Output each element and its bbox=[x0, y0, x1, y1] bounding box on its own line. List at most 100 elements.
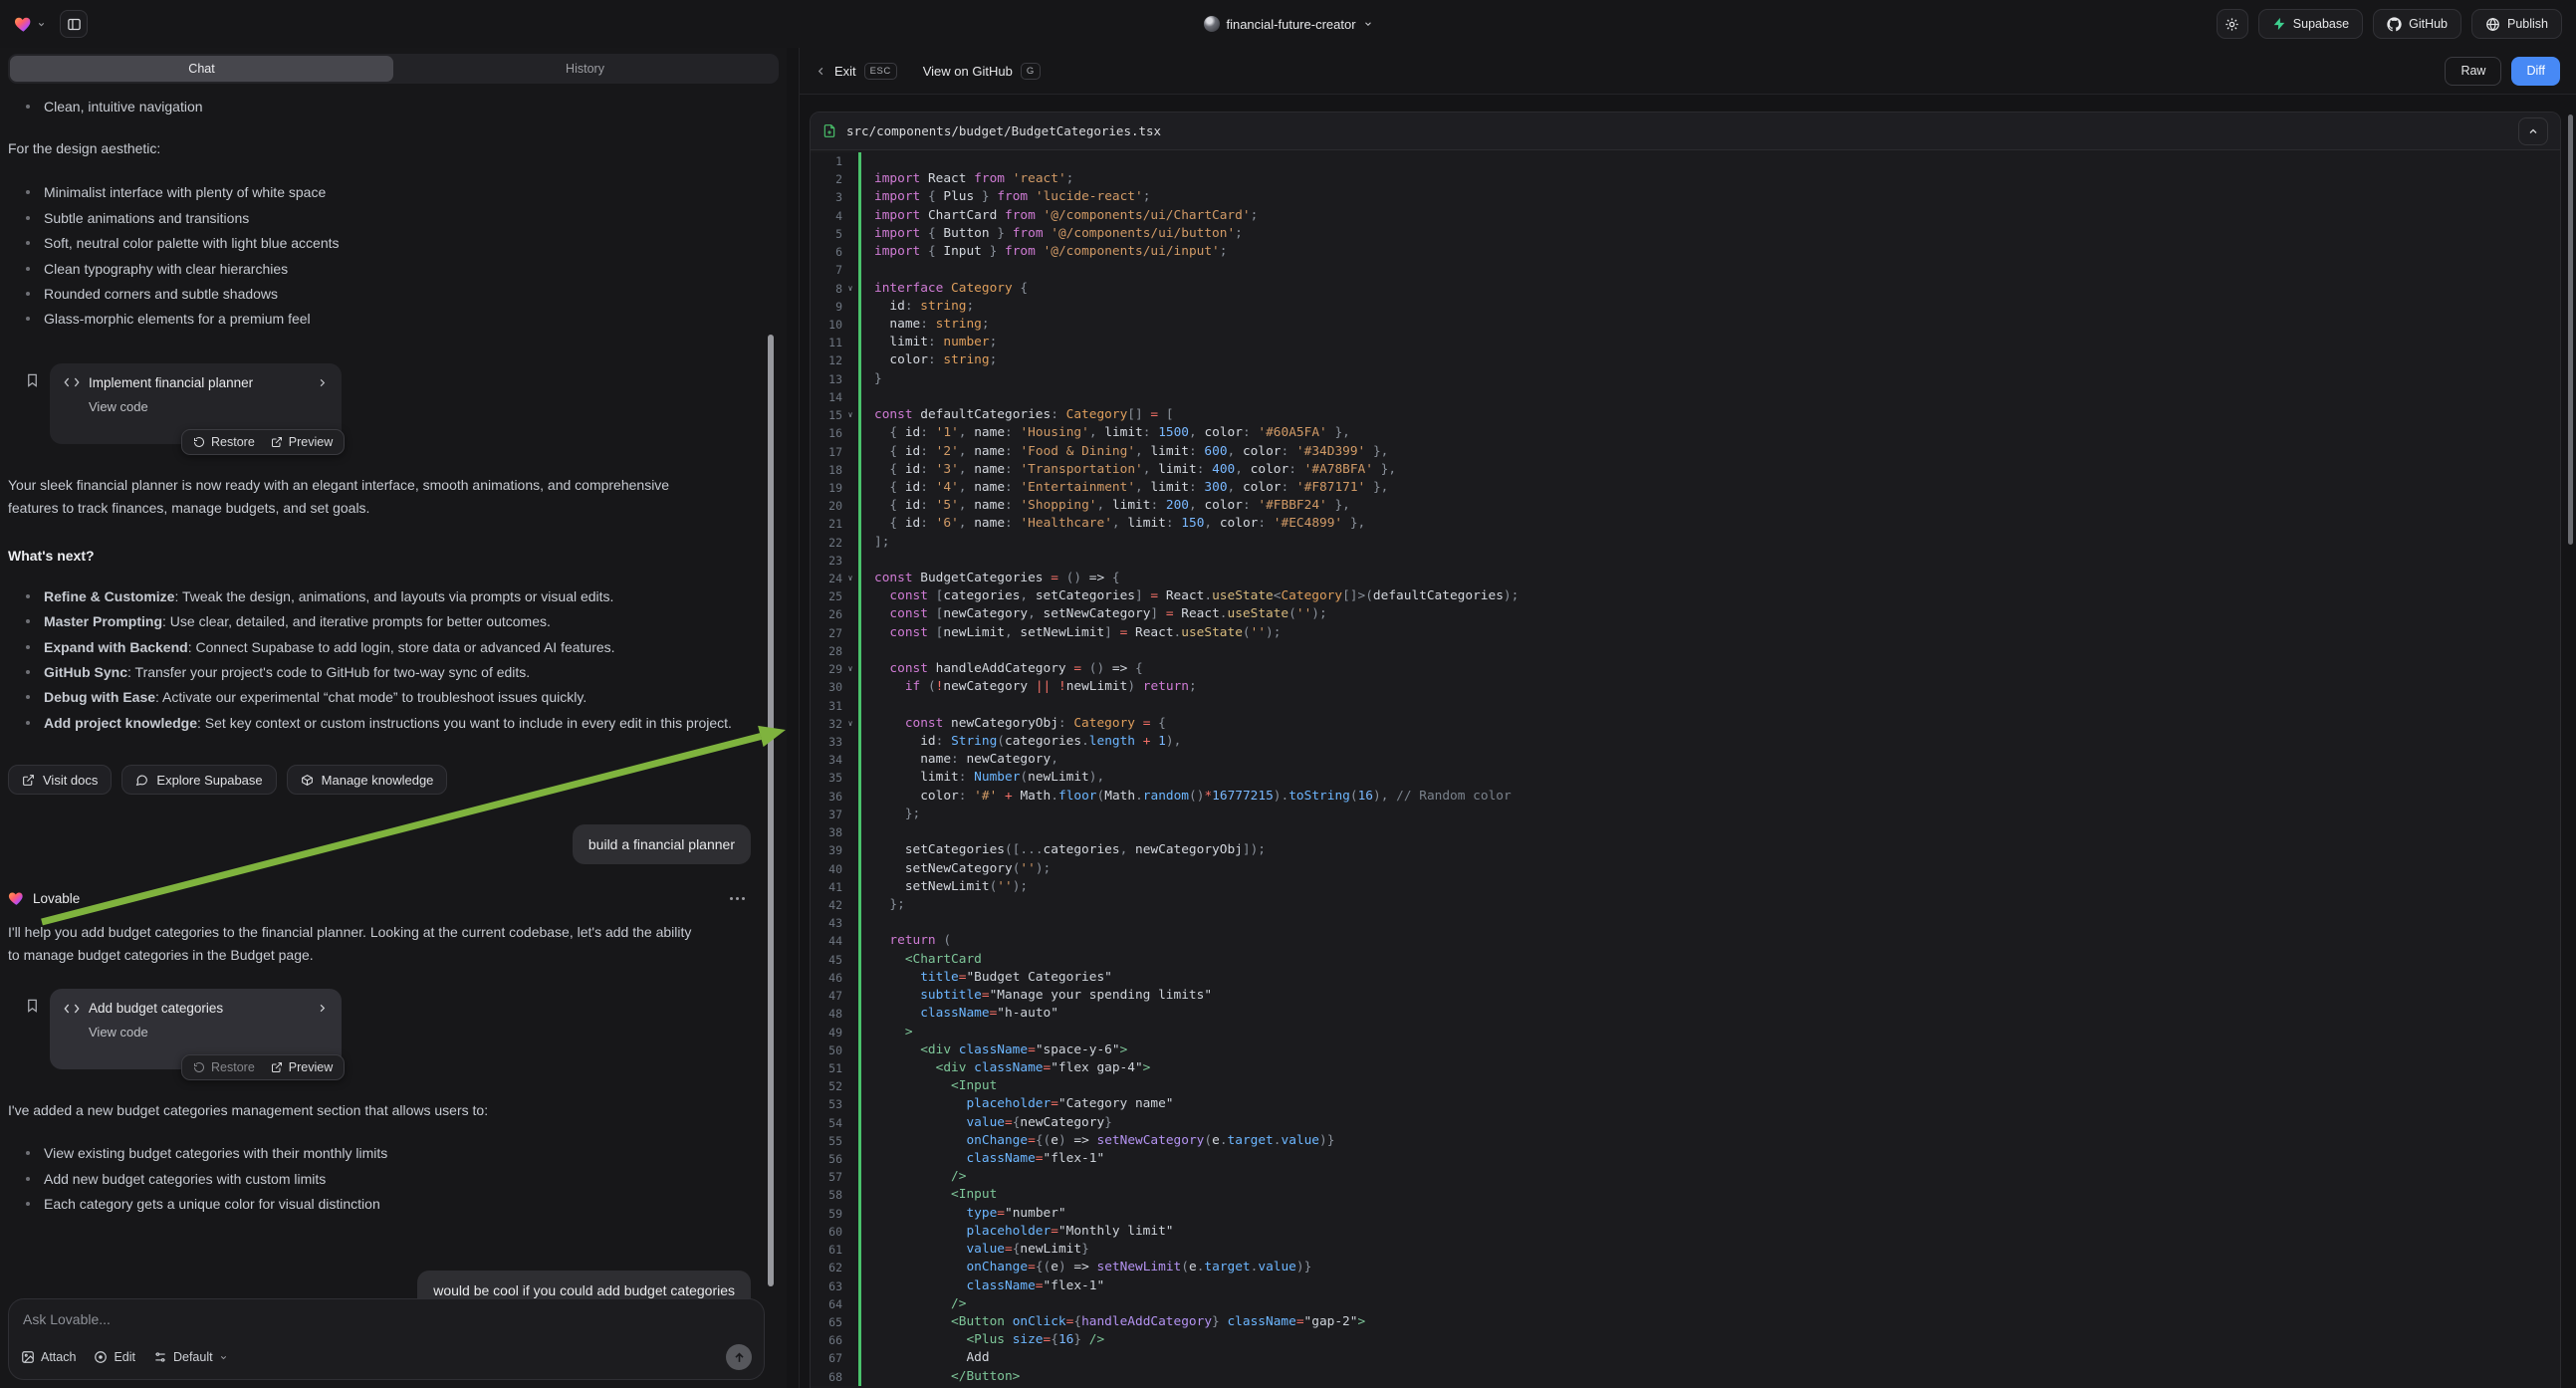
project-switcher[interactable]: financial-future-creator bbox=[1203, 0, 1372, 48]
fold-chevron-icon[interactable]: ∨ bbox=[842, 715, 858, 733]
external-link-icon bbox=[22, 774, 35, 787]
mode-selector[interactable]: Default bbox=[153, 1350, 228, 1364]
explore-supabase-button[interactable]: Explore Supabase bbox=[121, 765, 276, 795]
code-scrollbar[interactable] bbox=[2568, 115, 2573, 545]
version-card-row: Implement financial planner View code Re… bbox=[8, 363, 751, 444]
fold-spacer bbox=[842, 552, 858, 570]
line-number: 36 bbox=[811, 788, 842, 806]
code-line: 64 /> bbox=[811, 1295, 2560, 1313]
code-line: 20 { id: '5', name: 'Shopping', limit: 2… bbox=[811, 497, 2560, 515]
user-message: build a financial planner bbox=[573, 824, 751, 864]
code-line: 23 bbox=[811, 552, 2560, 570]
fold-spacer bbox=[842, 1313, 858, 1331]
code-line: 10 name: string; bbox=[811, 316, 2560, 334]
ready-paragraph: Your sleek financial planner is now read… bbox=[8, 474, 705, 520]
restore-button[interactable]: Restore bbox=[193, 435, 255, 449]
tab-history[interactable]: History bbox=[393, 56, 777, 82]
code-line: 58 <Input bbox=[811, 1186, 2560, 1204]
chevron-right-icon bbox=[317, 1003, 328, 1014]
line-number: 42 bbox=[811, 896, 842, 914]
code-line: 57 /> bbox=[811, 1168, 2560, 1186]
more-options-button[interactable] bbox=[724, 893, 751, 904]
fold-spacer bbox=[842, 605, 858, 623]
fold-chevron-icon[interactable]: ∨ bbox=[842, 660, 858, 678]
chat-input[interactable] bbox=[23, 1311, 750, 1327]
line-number: 27 bbox=[811, 624, 842, 642]
list-item: Each category gets a unique color for vi… bbox=[8, 1193, 751, 1215]
version-card-implement-financial-planner[interactable]: Implement financial planner View code Re… bbox=[50, 363, 342, 444]
preview-button[interactable]: Preview bbox=[271, 1060, 333, 1074]
attach-button[interactable]: Attach bbox=[21, 1350, 76, 1364]
fold-chevron-icon[interactable]: ∨ bbox=[842, 570, 858, 587]
line-number: 12 bbox=[811, 351, 842, 369]
line-number: 53 bbox=[811, 1095, 842, 1113]
line-number: 24 bbox=[811, 570, 842, 587]
manage-knowledge-button[interactable]: Manage knowledge bbox=[287, 765, 448, 795]
fold-spacer bbox=[842, 642, 858, 660]
restore-button[interactable]: Restore bbox=[193, 1060, 255, 1074]
fold-spacer bbox=[842, 1277, 858, 1295]
collapse-file-button[interactable] bbox=[2518, 117, 2548, 145]
line-number: 17 bbox=[811, 443, 842, 461]
code-line: 27 const [newLimit, setNewLimit] = React… bbox=[811, 624, 2560, 642]
code-line: 34 name: newCategory, bbox=[811, 751, 2560, 769]
lovable-logo-menu[interactable] bbox=[14, 15, 46, 34]
preview-button[interactable]: Preview bbox=[271, 435, 333, 449]
line-number: 29 bbox=[811, 660, 842, 678]
visit-docs-button[interactable]: Visit docs bbox=[8, 765, 112, 795]
line-number: 15 bbox=[811, 406, 842, 424]
line-number: 6 bbox=[811, 243, 842, 261]
fold-chevron-icon[interactable]: ∨ bbox=[842, 280, 858, 298]
toggle-sidebar-button[interactable] bbox=[60, 10, 88, 38]
line-number: 39 bbox=[811, 841, 842, 859]
publish-button[interactable]: Publish bbox=[2471, 9, 2562, 39]
send-button[interactable] bbox=[726, 1344, 752, 1370]
github-button[interactable]: GitHub bbox=[2373, 9, 2461, 39]
package-icon bbox=[301, 774, 314, 787]
settings-button[interactable] bbox=[2217, 9, 2248, 39]
line-number: 10 bbox=[811, 316, 842, 334]
view-code-link[interactable]: View code bbox=[89, 1025, 328, 1040]
fold-spacer bbox=[842, 1059, 858, 1077]
code-line: 1 bbox=[811, 152, 2560, 170]
exit-button[interactable]: Exit ESC bbox=[816, 63, 897, 80]
fold-spacer bbox=[842, 951, 858, 969]
line-number: 30 bbox=[811, 678, 842, 696]
code-line: 65 <Button onClick={handleAddCategory} c… bbox=[811, 1313, 2560, 1331]
code-line: 39 setCategories([...categories, newCate… bbox=[811, 841, 2560, 859]
fold-chevron-icon[interactable]: ∨ bbox=[842, 406, 858, 424]
list-item: Clean, intuitive navigation bbox=[8, 96, 751, 117]
lovable-heart-icon bbox=[8, 890, 25, 907]
line-number: 68 bbox=[811, 1368, 842, 1386]
lovable-app-window: financial-future-creator Supabase GitHub… bbox=[0, 0, 2576, 1388]
code-panel-header: Exit ESC View on GitHub G Raw Diff bbox=[800, 48, 2576, 95]
line-number: 13 bbox=[811, 370, 842, 388]
line-number: 63 bbox=[811, 1277, 842, 1295]
version-card-add-budget-categories[interactable]: Add budget categories View code Restore … bbox=[50, 989, 342, 1069]
version-card-row: Add budget categories View code Restore … bbox=[8, 989, 751, 1069]
esc-shortcut-badge: ESC bbox=[864, 63, 897, 80]
supabase-button[interactable]: Supabase bbox=[2258, 9, 2363, 39]
diff-toggle-button[interactable]: Diff bbox=[2511, 57, 2560, 86]
view-on-github-button[interactable]: View on GitHub G bbox=[923, 63, 1041, 80]
fold-spacer bbox=[842, 788, 858, 806]
edit-mode-button[interactable]: Edit bbox=[94, 1350, 135, 1364]
g-shortcut-badge: G bbox=[1021, 63, 1041, 80]
tab-chat[interactable]: Chat bbox=[10, 56, 393, 82]
bookmark-icon[interactable] bbox=[25, 371, 40, 389]
raw-toggle-button[interactable]: Raw bbox=[2445, 57, 2501, 86]
line-number: 60 bbox=[811, 1223, 842, 1241]
fold-spacer bbox=[842, 697, 858, 715]
chat-scrollbar[interactable] bbox=[768, 335, 774, 1286]
code-line: 53 placeholder="Category name" bbox=[811, 1095, 2560, 1113]
code-line: 29∨ const handleAddCategory = () => { bbox=[811, 660, 2560, 678]
fold-spacer bbox=[842, 388, 858, 406]
code-line: 43 bbox=[811, 914, 2560, 932]
bookmark-icon[interactable] bbox=[25, 997, 40, 1015]
view-code-link[interactable]: View code bbox=[89, 399, 328, 414]
code-line: 4import ChartCard from '@/components/ui/… bbox=[811, 207, 2560, 225]
external-link-icon bbox=[271, 1061, 283, 1073]
fold-spacer bbox=[842, 1331, 858, 1349]
code-line: 56 className="flex-1" bbox=[811, 1150, 2560, 1168]
agent-name: Lovable bbox=[33, 891, 80, 906]
